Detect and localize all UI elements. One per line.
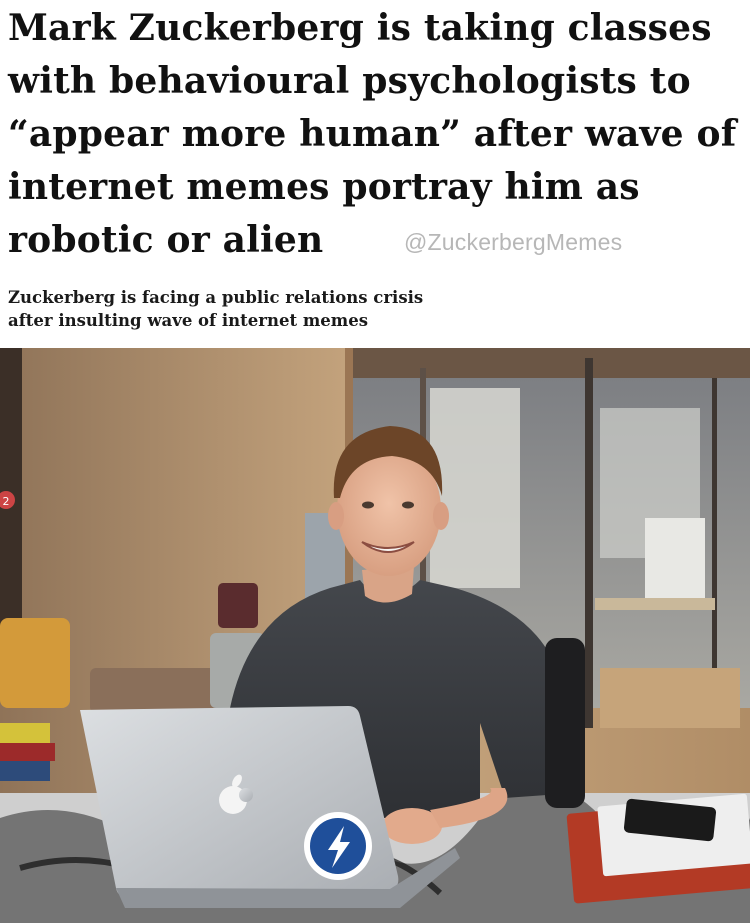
headline: Mark Zuckerberg is taking classes with b… [8, 2, 748, 267]
person-eye [402, 501, 414, 509]
headline-line: Mark Zuckerberg is taking classes [8, 7, 712, 49]
office-photo-illustration: 2 [0, 348, 750, 923]
subheadline-line: Zuckerberg is facing a public relations … [8, 288, 424, 307]
watermark-handle: @ZuckerbergMemes [404, 229, 623, 255]
subheadline: Zuckerberg is facing a public relations … [8, 286, 708, 332]
book [0, 743, 55, 761]
window-light [430, 388, 520, 588]
lightning-sticker-icon [304, 812, 372, 880]
glass-frame [585, 358, 593, 728]
book [0, 723, 50, 743]
whiteboard [645, 518, 705, 598]
subheadline-line: after insulting wave of internet memes [8, 311, 369, 330]
patterned-sofa [90, 668, 220, 713]
meme-post: Mark Zuckerberg is taking classes with b… [0, 0, 750, 923]
person-ear [328, 502, 344, 530]
back-desk [595, 598, 715, 610]
photo: 2 [0, 348, 750, 923]
person-eye [362, 501, 374, 509]
number-sign-text: 2 [3, 495, 10, 508]
person-ear [433, 502, 449, 530]
book [0, 761, 50, 781]
orange-chair [0, 618, 70, 708]
back-cabinet [600, 668, 740, 728]
headline-line: robotic or alien [8, 219, 324, 261]
maroon-chair [218, 583, 258, 628]
glass-frame [712, 378, 717, 718]
headline-line: with behavioural psychologists to [8, 60, 691, 102]
chair [545, 638, 585, 808]
headline-line: “appear more human” after wave of [8, 113, 737, 155]
headline-line: internet memes portray him as [8, 166, 640, 208]
